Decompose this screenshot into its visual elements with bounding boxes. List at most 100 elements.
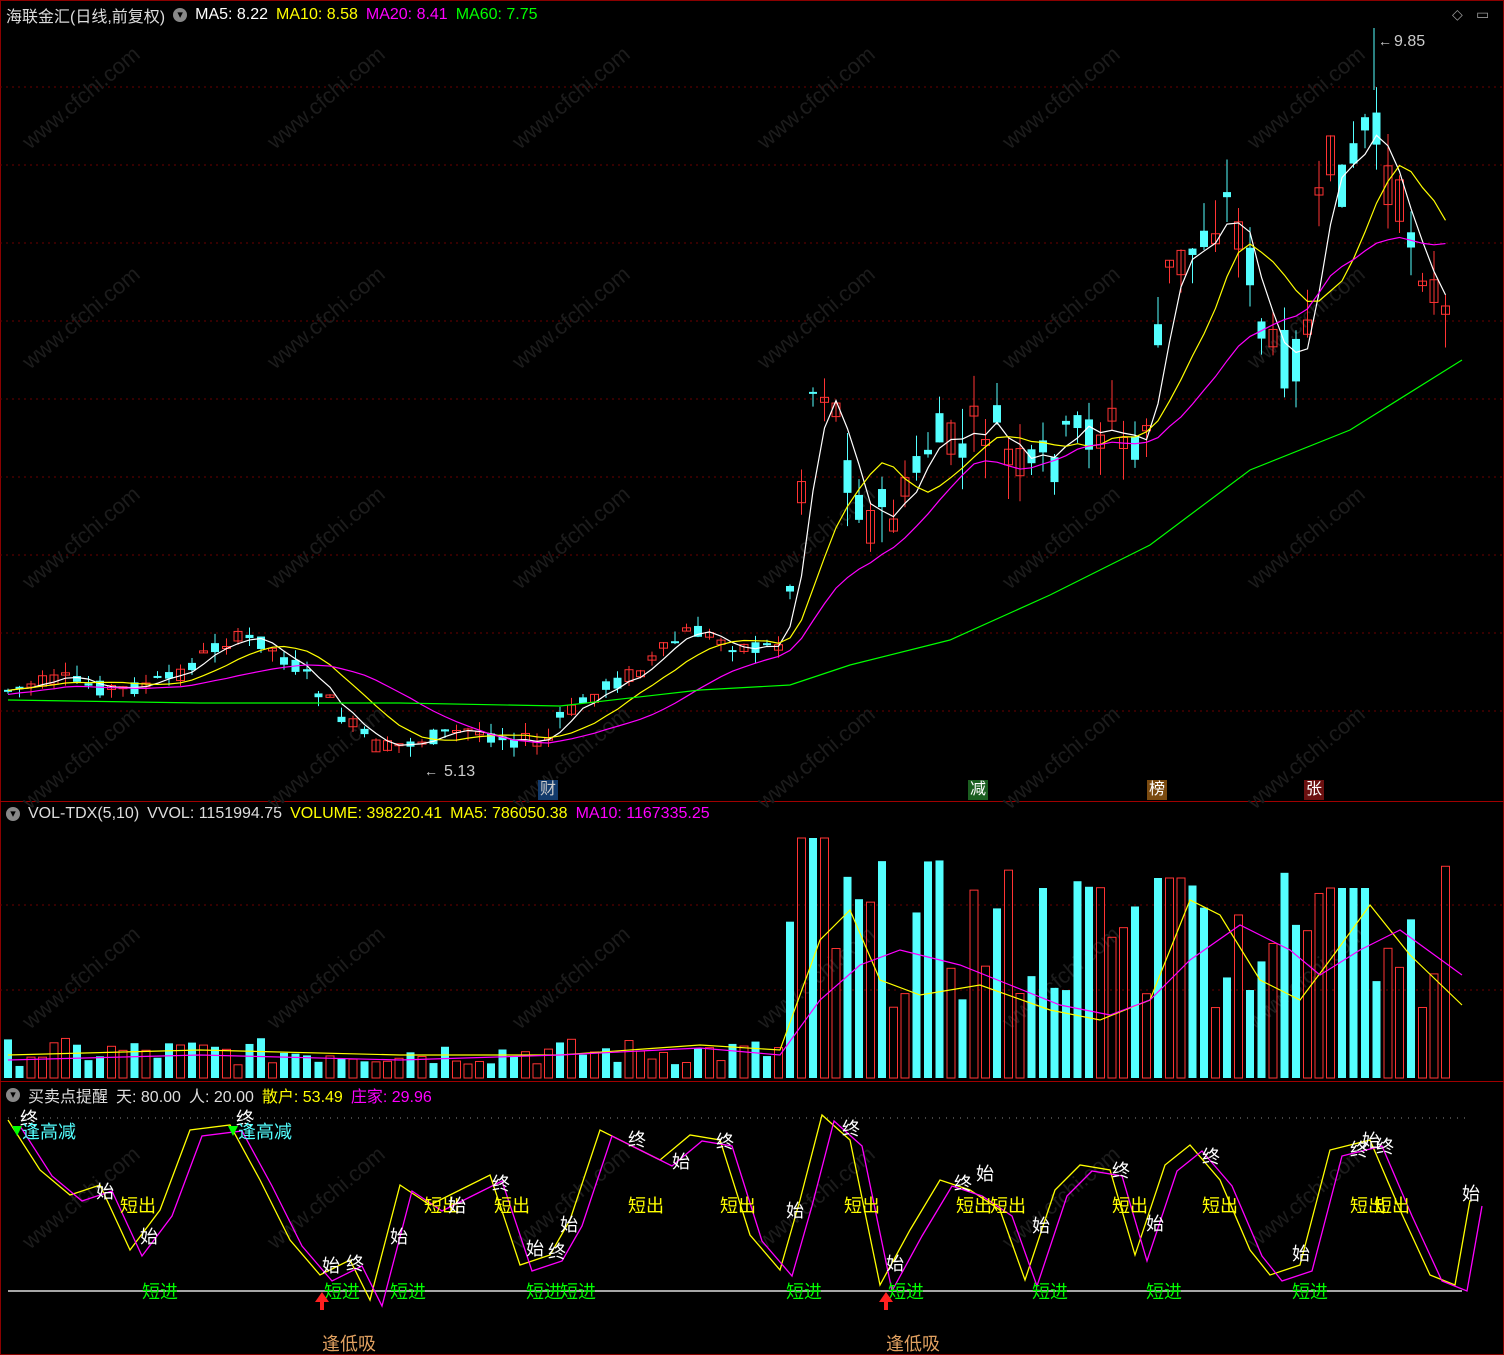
- volume-bar: [671, 1064, 679, 1078]
- volume-bar: [1441, 865, 1450, 1079]
- event-tag-board[interactable]: 榜: [1147, 780, 1167, 800]
- volume-bar: [1004, 869, 1013, 1079]
- short-buy-label: 短进: [786, 1282, 822, 1302]
- volume-bar: [1314, 892, 1324, 1079]
- volume-bar: [1326, 887, 1335, 1079]
- candle-body: [728, 650, 737, 653]
- volume-bar: [1407, 919, 1415, 1078]
- volume-bar: [303, 1055, 311, 1078]
- start-marker: 始: [1032, 1216, 1050, 1236]
- watermark: www.cfchi.com: [506, 41, 634, 154]
- volume-bar: [1142, 993, 1151, 1079]
- candle-body: [1062, 420, 1070, 425]
- candle-body: [1338, 164, 1346, 207]
- volume-bar: [141, 1049, 151, 1079]
- short-sell-label: 短出: [628, 1196, 664, 1216]
- short-buy-label: 短进: [1146, 1282, 1182, 1302]
- candle-body: [1154, 324, 1162, 346]
- volume-bar: [1039, 888, 1047, 1078]
- volume-bar: [348, 1058, 358, 1079]
- volume-bar: [567, 1038, 576, 1079]
- down-triangle-icon: [228, 1126, 238, 1136]
- volume-bar: [924, 861, 932, 1078]
- volume-bar: [268, 1062, 277, 1079]
- short-sell-label: 短出: [990, 1196, 1026, 1216]
- volume-bar: [751, 1041, 760, 1078]
- high-arrow: ←: [1378, 33, 1392, 49]
- watermark: www.cfchi.com: [261, 921, 389, 1034]
- volume-bar: [613, 1061, 622, 1078]
- watermark: www.cfchi.com: [751, 701, 879, 814]
- watermark: www.cfchi.com: [751, 41, 879, 154]
- volume-bar: [26, 1056, 36, 1079]
- volume-bar: [1211, 1007, 1220, 1079]
- candle-body: [671, 641, 679, 644]
- volume-bar: [958, 999, 967, 1078]
- candle-body: [958, 443, 967, 458]
- candle-body: [924, 449, 932, 455]
- candle-body: [1131, 436, 1139, 460]
- volume-bar: [728, 1043, 737, 1078]
- event-tag-reduce[interactable]: 减: [968, 780, 988, 800]
- ma5-line: [7, 134, 1447, 746]
- watermark: www.cfchi.com: [16, 701, 144, 814]
- watermark: www.cfchi.com: [261, 701, 389, 814]
- volume-bar: [38, 1056, 47, 1079]
- start-marker: 始: [96, 1182, 114, 1202]
- volume-bar: [878, 861, 886, 1078]
- candle-body: [556, 711, 564, 718]
- end-marker: 终: [1202, 1147, 1220, 1167]
- volume-bar: [257, 1038, 265, 1078]
- start-marker: 始: [886, 1254, 904, 1274]
- volume-bar: [647, 1058, 657, 1079]
- candle-body: [855, 494, 863, 520]
- watermark: www.cfchi.com: [16, 41, 144, 154]
- volume-bar: [498, 1049, 507, 1078]
- volume-bar: [165, 1043, 173, 1078]
- watermark: www.cfchi.com: [1241, 481, 1369, 594]
- watermark: www.cfchi.com: [261, 41, 389, 154]
- watermark: www.cfchi.com: [506, 261, 634, 374]
- volume-bar: [705, 1047, 714, 1079]
- volume-bar: [993, 908, 1001, 1078]
- start-marker: 始: [322, 1256, 340, 1276]
- volume-bar: [981, 965, 990, 1079]
- candle-body: [84, 683, 93, 686]
- volume-bar: [855, 899, 863, 1078]
- event-tag-finance[interactable]: 财: [538, 780, 558, 800]
- candle-body: [1073, 415, 1082, 429]
- volume-bar: [510, 1056, 518, 1078]
- volume-bar: [211, 1046, 219, 1078]
- end-marker: 终: [548, 1242, 566, 1262]
- candle-body: [1246, 247, 1254, 286]
- volume-bar: [371, 1061, 381, 1079]
- volume-bar: [1176, 877, 1186, 1079]
- start-marker: 始: [976, 1164, 994, 1184]
- volume-bar: [1372, 981, 1381, 1078]
- reduce-at-high-label: 逢高减: [238, 1122, 292, 1142]
- watermark: www.cfchi.com: [506, 481, 634, 594]
- volume-bar: [969, 889, 979, 1079]
- candle-body: [153, 675, 162, 678]
- volume-bar: [843, 876, 852, 1078]
- candle-body: [314, 693, 323, 698]
- ma10-line: [7, 164, 1447, 741]
- volume-bar: [314, 1061, 323, 1078]
- volume-bar: [579, 1054, 587, 1078]
- volume-bar: [590, 1051, 599, 1079]
- event-tag-rise[interactable]: 张: [1304, 780, 1324, 800]
- volume-bar: [544, 1048, 553, 1079]
- volume-bar: [383, 1060, 392, 1079]
- buy-at-low-label: 逢低吸: [322, 1334, 376, 1354]
- volume-bar: [1096, 887, 1105, 1079]
- watermark: www.cfchi.com: [1241, 41, 1369, 154]
- volume-bar: [487, 1063, 495, 1078]
- chart-canvas[interactable]: www.cfchi.com www.cfchi.com www.cfchi.com w…: [0, 0, 1504, 1355]
- watermark: www.cfchi.com: [996, 261, 1124, 374]
- volume-bar: [1188, 885, 1197, 1078]
- short-sell-label: 短出: [956, 1196, 992, 1216]
- volume-bar: [1280, 872, 1289, 1078]
- watermark: www.cfchi.com: [16, 921, 144, 1034]
- volume-bar: [659, 1051, 668, 1079]
- volume-bar: [797, 837, 806, 1079]
